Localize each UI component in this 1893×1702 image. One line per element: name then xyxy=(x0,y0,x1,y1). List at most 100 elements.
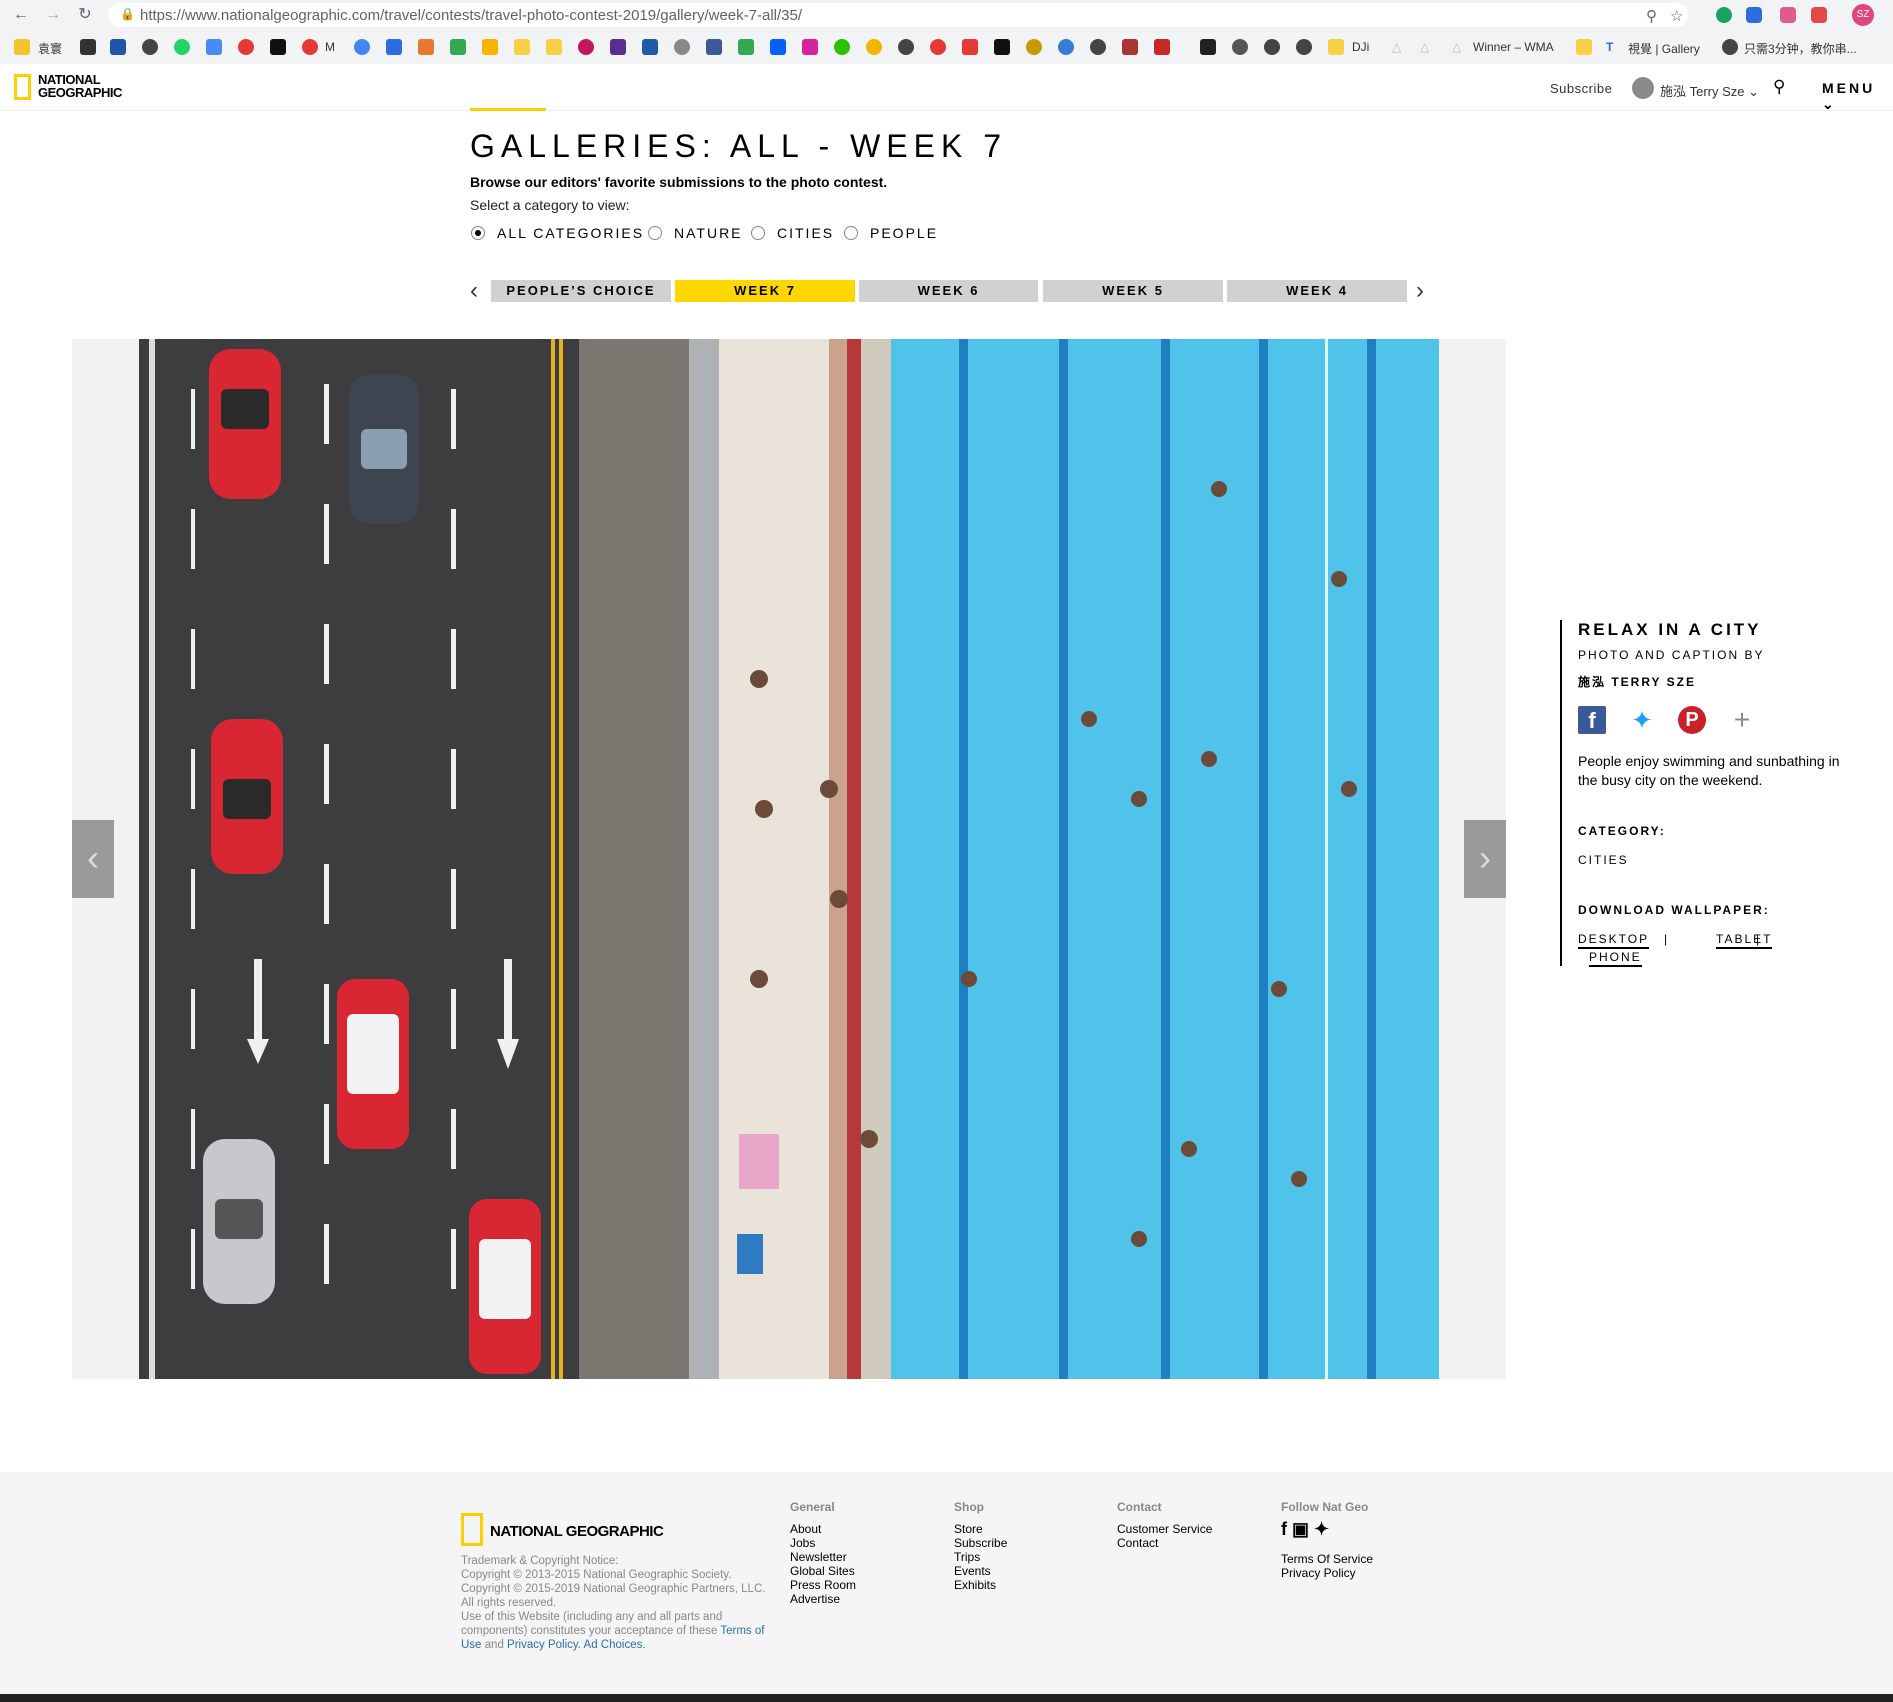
footer-link[interactable]: Trips xyxy=(954,1550,1007,1564)
download-phone-link[interactable]: PHONE xyxy=(1589,950,1642,967)
tab-week-5[interactable]: WEEK 5 xyxy=(1043,280,1223,302)
gallery-photo[interactable] xyxy=(139,339,1439,1379)
bookmark-icon[interactable] xyxy=(866,39,882,55)
tab-week-7[interactable]: WEEK 7 xyxy=(675,280,855,302)
bookmark-icon[interactable] xyxy=(1026,39,1042,55)
footer-link[interactable]: Press Room xyxy=(790,1578,856,1592)
instagram-icon[interactable]: ▣ xyxy=(1292,1519,1309,1539)
download-tablet-link[interactable]: TABLET xyxy=(1716,932,1773,949)
extension-icon[interactable] xyxy=(1780,7,1796,23)
maps-icon[interactable] xyxy=(450,39,466,55)
user-avatar[interactable] xyxy=(1632,77,1654,99)
bookmark-label[interactable]: 只需3分钟，教你串... xyxy=(1744,40,1857,57)
footer-link[interactable]: Subscribe xyxy=(954,1536,1007,1550)
bookmark-icon[interactable]: △ xyxy=(1452,40,1461,54)
folder-icon[interactable] xyxy=(14,39,30,55)
facebook-icon[interactable]: f xyxy=(1578,706,1606,734)
natgeo-logo-icon[interactable] xyxy=(461,1513,483,1546)
privacy-link[interactable]: Privacy Policy. xyxy=(507,1639,581,1651)
adchoices-link[interactable]: Ad Choices. xyxy=(584,1639,646,1651)
bookmark-icon[interactable] xyxy=(1154,39,1170,55)
folder-icon[interactable] xyxy=(514,39,530,55)
facebook-icon[interactable]: f xyxy=(1281,1519,1287,1539)
bookmark-icon[interactable] xyxy=(1122,39,1138,55)
bookmark-icon[interactable] xyxy=(1264,39,1280,55)
bookmark-label[interactable]: 袁寰 xyxy=(38,40,62,57)
footer-link[interactable]: Global Sites xyxy=(790,1564,856,1578)
bookmark-icon[interactable]: △ xyxy=(1420,40,1429,54)
photographer-name[interactable]: 施泓 TERRY SZE xyxy=(1578,673,1696,690)
instagram-icon[interactable] xyxy=(802,39,818,55)
reload-icon[interactable]: ↻ xyxy=(74,5,96,25)
bookmark-icon[interactable] xyxy=(642,39,658,55)
bookmark-icon[interactable] xyxy=(302,39,318,55)
footer-link[interactable]: Store xyxy=(954,1522,1007,1536)
radio-label[interactable]: CITIES xyxy=(777,225,834,241)
bookmark-icon[interactable] xyxy=(110,39,126,55)
bookmark-icon[interactable] xyxy=(1232,39,1248,55)
bookmark-label[interactable]: DJi xyxy=(1352,40,1369,54)
footer-link[interactable]: Newsletter xyxy=(790,1550,856,1564)
bookmark-icon[interactable] xyxy=(898,39,914,55)
bookmark-icon[interactable] xyxy=(1200,39,1216,55)
footer-link[interactable]: Jobs xyxy=(790,1536,856,1550)
footer-link[interactable]: About xyxy=(790,1522,856,1536)
bookmark-icon[interactable]: T xyxy=(1606,40,1613,54)
footer-link[interactable]: Customer Service xyxy=(1117,1522,1212,1536)
google-icon[interactable] xyxy=(354,39,370,55)
folder-icon[interactable] xyxy=(1328,39,1344,55)
bookmark-label[interactable]: 視覺 | Gallery xyxy=(1628,40,1700,57)
footer-logo-text[interactable]: NATIONAL GEOGRAPHIC xyxy=(490,1523,664,1540)
tabs-prev-arrow-icon[interactable]: ‹ xyxy=(470,278,478,304)
folder-icon[interactable] xyxy=(546,39,562,55)
tab-week-6[interactable]: WEEK 6 xyxy=(859,280,1038,302)
extension-icon[interactable] xyxy=(1746,7,1762,23)
menu-button[interactable]: MENU ⌄ xyxy=(1822,80,1893,113)
footer-link[interactable]: Events xyxy=(954,1564,1007,1578)
next-photo-button[interactable]: › xyxy=(1464,820,1506,898)
more-share-icon[interactable]: + xyxy=(1728,706,1756,734)
pinterest-icon[interactable]: P xyxy=(1678,706,1706,734)
extension-pocket-icon[interactable] xyxy=(1811,7,1827,23)
extension-grammarly-icon[interactable] xyxy=(1716,7,1732,23)
subscribe-link[interactable]: Subscribe xyxy=(1550,81,1612,96)
url-bar[interactable]: 🔒 https://www.nationalgeographic.com/tra… xyxy=(108,3,1688,27)
bookmark-star-icon[interactable]: ☆ xyxy=(1670,7,1683,25)
zoom-icon[interactable]: ⚲ xyxy=(1646,7,1657,25)
footer-link[interactable]: Terms Of Service xyxy=(1281,1552,1373,1566)
profile-avatar[interactable]: SZ xyxy=(1852,4,1874,26)
bookmark-icon[interactable] xyxy=(1296,39,1312,55)
radio-label[interactable]: PEOPLE xyxy=(870,225,938,241)
bookmark-icon[interactable] xyxy=(674,39,690,55)
radio-label[interactable]: ALL CATEGORIES xyxy=(497,225,644,241)
radio-label[interactable]: NATURE xyxy=(674,225,743,241)
bookmark-icon[interactable] xyxy=(962,39,978,55)
tab-peoples-choice[interactable]: PEOPLE’S CHOICE xyxy=(491,280,671,302)
search-icon[interactable]: ⚲ xyxy=(1773,77,1785,97)
wechat-icon[interactable] xyxy=(834,39,850,55)
natgeo-logo-icon[interactable] xyxy=(14,74,31,100)
forward-icon[interactable]: → xyxy=(42,5,64,25)
bookmark-label[interactable]: Winner – WMA xyxy=(1473,40,1554,54)
facebook-icon[interactable] xyxy=(706,39,722,55)
radio-button[interactable] xyxy=(648,226,662,240)
bookmark-icon[interactable] xyxy=(482,39,498,55)
tabs-next-arrow-icon[interactable]: › xyxy=(1416,278,1424,304)
yahoo-icon[interactable] xyxy=(610,39,626,55)
download-desktop-link[interactable]: DESKTOP xyxy=(1578,932,1650,949)
radio-button[interactable] xyxy=(751,226,765,240)
whatsapp-icon[interactable] xyxy=(174,39,190,55)
bookmark-icon[interactable] xyxy=(386,39,402,55)
prev-photo-button[interactable]: ‹ xyxy=(72,820,114,898)
back-icon[interactable]: ← xyxy=(10,5,32,25)
bookmark-icon[interactable] xyxy=(270,39,286,55)
radio-button[interactable] xyxy=(471,226,485,240)
url-text[interactable]: https://www.nationalgeographic.com/trave… xyxy=(140,7,802,24)
bookmark-icon[interactable] xyxy=(994,39,1010,55)
twitter-icon[interactable]: ✦ xyxy=(1314,1519,1329,1539)
tab-week-4[interactable]: WEEK 4 xyxy=(1227,280,1407,302)
footer-link[interactable]: Advertise xyxy=(790,1592,856,1606)
radio-button[interactable] xyxy=(844,226,858,240)
bookmark-icon[interactable] xyxy=(238,39,254,55)
bookmark-icon[interactable] xyxy=(578,39,594,55)
